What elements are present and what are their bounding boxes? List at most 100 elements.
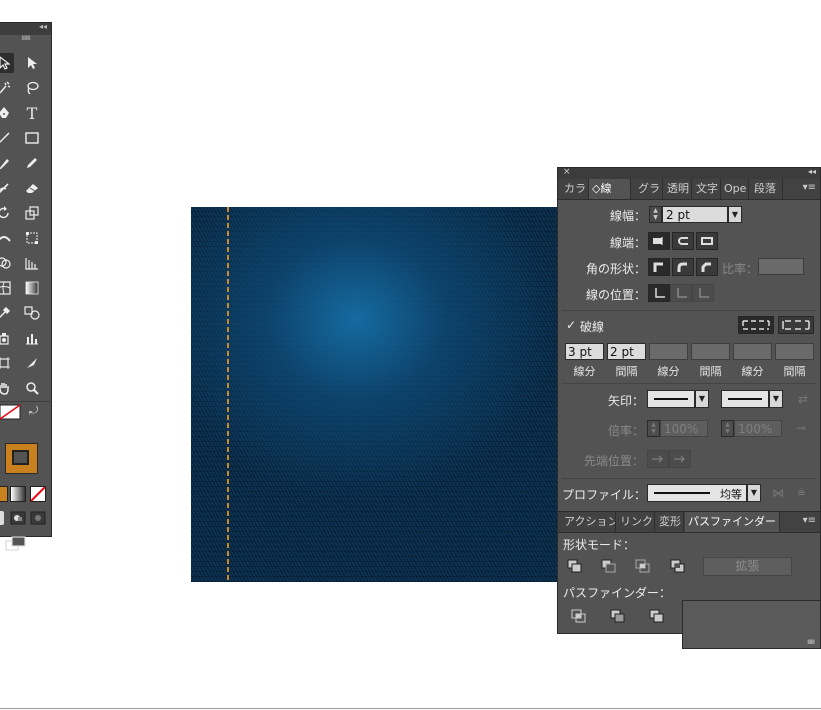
collapse-icon[interactable]: ◂◂ xyxy=(808,167,816,176)
weight-field[interactable]: 2 pt xyxy=(662,206,728,223)
end-arrowhead-dropdown-icon[interactable]: ▼ xyxy=(769,390,783,408)
column-graph-tool-icon[interactable] xyxy=(22,328,42,348)
scale-start-stepper[interactable]: ▲ ▼ xyxy=(647,420,660,437)
blob-brush-tool-icon[interactable] xyxy=(0,178,14,198)
align-dash-icon[interactable] xyxy=(778,316,814,334)
slice-tool-icon[interactable] xyxy=(22,353,42,373)
draw-inside-icon[interactable] xyxy=(30,511,46,525)
tab-paragraph[interactable]: 段落 xyxy=(751,179,783,199)
exclude-icon[interactable] xyxy=(669,558,687,574)
panel-menu-icon[interactable]: ▾≡ xyxy=(803,182,816,193)
arrow-tip-beyond-icon[interactable] xyxy=(647,450,669,468)
minus-front-icon[interactable] xyxy=(600,558,618,574)
gap-1-field[interactable]: 2 pt xyxy=(607,343,646,360)
trim-icon[interactable] xyxy=(609,608,627,624)
dashed-stitch-line[interactable] xyxy=(227,207,229,582)
unite-icon[interactable] xyxy=(566,558,584,574)
width-tool-icon[interactable] xyxy=(0,228,14,248)
scale-start-field[interactable]: 100% xyxy=(660,420,708,437)
draw-normal-icon[interactable] xyxy=(0,511,4,525)
free-transform-tool-icon[interactable] xyxy=(22,228,42,248)
tab-color[interactable]: カラ xyxy=(561,179,589,199)
tab-transform[interactable]: 変形 xyxy=(656,512,684,532)
scale-end-stepper[interactable]: ▲ ▼ xyxy=(721,420,734,437)
magic-wand-tool-icon[interactable] xyxy=(0,78,14,98)
lasso-tool-icon[interactable] xyxy=(22,78,42,98)
tab-stroke[interactable]: ◇線 xyxy=(589,179,631,199)
gap-2-field[interactable] xyxy=(691,343,730,360)
dashed-checkbox[interactable]: ✓ xyxy=(566,318,576,332)
resize-grip-icon[interactable]: IIIIIIIII xyxy=(807,639,815,646)
tab-character[interactable]: 文字 xyxy=(693,179,721,199)
eyedropper-tool-icon[interactable] xyxy=(0,303,14,323)
intersect-icon[interactable] xyxy=(634,558,652,574)
perspective-grid-tool-icon[interactable] xyxy=(22,253,42,273)
mesh-tool-icon[interactable] xyxy=(0,278,14,298)
miter-limit-field[interactable] xyxy=(758,258,804,275)
direct-selection-tool-icon[interactable] xyxy=(22,53,42,73)
pencil-tool-icon[interactable] xyxy=(22,153,42,173)
rotate-tool-icon[interactable] xyxy=(0,203,14,223)
start-arrowhead-select[interactable] xyxy=(647,390,695,408)
profile-dropdown-icon[interactable]: ▼ xyxy=(747,484,761,502)
denim-artwork[interactable] xyxy=(191,207,558,582)
weight-stepper[interactable]: ▲ ▼ xyxy=(649,206,662,223)
tab-pathfinder[interactable]: パスファインダー xyxy=(685,512,780,532)
blend-tool-icon[interactable] xyxy=(22,303,42,323)
screen-mode-icon[interactable] xyxy=(5,536,27,552)
flip-vertical-icon[interactable]: ⩧ xyxy=(798,485,805,500)
tools-grip[interactable]: IIIIIIIIIII xyxy=(0,35,51,43)
tab-opentype[interactable]: Ope xyxy=(721,179,749,199)
projecting-cap-icon[interactable] xyxy=(696,232,718,250)
line-tool-icon[interactable] xyxy=(0,128,14,148)
shape-builder-tool-icon[interactable] xyxy=(0,253,14,273)
end-arrowhead-select[interactable] xyxy=(721,390,769,408)
default-fill-stroke-icon[interactable] xyxy=(0,401,22,421)
expand-button[interactable]: 拡張 xyxy=(703,557,792,576)
close-icon[interactable]: × xyxy=(563,167,571,177)
round-join-icon[interactable] xyxy=(672,258,694,276)
dash-3-field[interactable] xyxy=(733,343,772,360)
gradient-tool-icon[interactable] xyxy=(22,278,42,298)
align-outside-icon[interactable] xyxy=(692,284,714,302)
selection-tool-icon[interactable] xyxy=(0,53,14,73)
tab-links[interactable]: リンク xyxy=(617,512,655,532)
type-tool-icon[interactable]: T xyxy=(22,103,42,123)
paintbrush-tool-icon[interactable] xyxy=(0,153,14,173)
profile-select[interactable]: 均等 xyxy=(647,484,747,502)
hand-tool-icon[interactable] xyxy=(0,378,14,398)
tab-transparency[interactable]: 透明 xyxy=(664,179,692,199)
gradient-mode-icon[interactable] xyxy=(10,486,26,502)
tools-titlebar[interactable]: ◂◂ xyxy=(0,22,51,35)
panel-menu-icon[interactable]: ▾≡ xyxy=(803,515,816,526)
preserve-dash-icon[interactable] xyxy=(738,316,774,334)
divide-icon[interactable] xyxy=(570,608,588,624)
miter-join-icon[interactable] xyxy=(648,258,670,276)
gap-3-field[interactable] xyxy=(775,343,814,360)
dash-1-field[interactable]: 3 pt xyxy=(565,343,604,360)
align-center-icon[interactable] xyxy=(648,284,670,302)
color-mode-icon[interactable] xyxy=(0,486,8,502)
butt-cap-icon[interactable] xyxy=(648,232,670,250)
align-inside-icon[interactable] xyxy=(670,284,692,302)
weight-dropdown-icon[interactable]: ▼ xyxy=(728,206,742,223)
panel-titlebar[interactable]: × ◂◂ xyxy=(558,167,820,179)
merge-icon[interactable] xyxy=(648,608,666,624)
eraser-tool-icon[interactable] xyxy=(22,178,42,198)
artboard-tool-icon[interactable] xyxy=(0,353,14,373)
swap-fill-stroke-icon[interactable]: ⤾ xyxy=(29,404,43,417)
symbol-sprayer-tool-icon[interactable] xyxy=(0,328,14,348)
arrow-tip-at-end-icon[interactable] xyxy=(669,450,691,468)
tab-gradient[interactable]: グラ xyxy=(635,179,663,199)
flip-horizontal-icon[interactable]: ⋈ xyxy=(772,486,784,500)
collapse-icon[interactable]: ◂◂ xyxy=(39,22,47,31)
link-scale-icon[interactable]: ⊸ xyxy=(796,421,806,435)
zoom-tool-icon[interactable] xyxy=(22,378,42,398)
pen-tool-icon[interactable] xyxy=(0,103,14,123)
none-mode-icon[interactable] xyxy=(30,486,46,502)
rectangle-tool-icon[interactable] xyxy=(22,128,42,148)
stroke-swatch[interactable] xyxy=(5,443,38,474)
scale-tool-icon[interactable] xyxy=(22,203,42,223)
scale-end-field[interactable]: 100% xyxy=(734,420,782,437)
tab-actions[interactable]: アクション xyxy=(561,512,616,532)
